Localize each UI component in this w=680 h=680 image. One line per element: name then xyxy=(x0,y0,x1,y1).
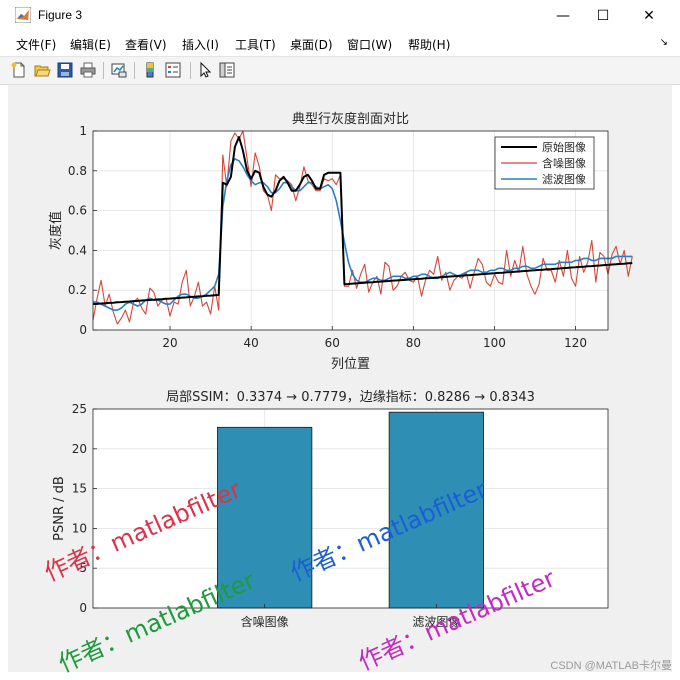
x-tick-label: 20 xyxy=(162,336,177,350)
profile-ylabel: 灰度值 xyxy=(48,211,64,250)
x-tick-label: 120 xyxy=(564,336,587,350)
y-tick-label: 10 xyxy=(72,521,87,535)
source-watermark: CSDN @MATLAB卡尔曼 xyxy=(550,660,672,672)
y-tick-label: 25 xyxy=(72,402,87,416)
y-tick-label: 0.4 xyxy=(68,243,87,257)
legend-label-noisy: 含噪图像 xyxy=(542,156,586,170)
profile-xlabel: 列位置 xyxy=(331,357,370,372)
x-tick-label: 40 xyxy=(244,336,259,350)
profile-title: 典型行灰度剖面对比 xyxy=(292,111,409,127)
y-tick-label: 0 xyxy=(79,323,87,337)
x-tick-label: 60 xyxy=(325,336,340,350)
psnr-ylabel: PSNR / dB xyxy=(52,476,67,541)
x-tick-label: 100 xyxy=(483,336,506,350)
y-tick-label: 0.2 xyxy=(68,283,87,297)
y-tick-label: 1 xyxy=(79,124,87,138)
x-tick-label: 80 xyxy=(406,336,421,350)
profile-axes[interactable]: 20 40 60 80 100 120 0 0.2 0.4 0.6 0.8 1 典型行灰度剖面对比 列… xyxy=(48,111,633,372)
figure-plots: 20 40 60 80 100 12000.20.40.60.81 典型行灰度剖面对比 列… xyxy=(48,111,633,629)
psnr-title: 局部SSIM：0.3374 → 0.7779，边缘指标：0.8286 → 0.8… xyxy=(166,390,535,405)
legend-label-original: 原始图像 xyxy=(542,140,586,154)
y-tick-label: 20 xyxy=(72,442,87,456)
y-tick-label: 15 xyxy=(72,482,87,496)
y-tick-label: 0 xyxy=(79,601,87,615)
profile-legend[interactable]: 原始图像 含噪图像 滤波图像 xyxy=(494,136,595,190)
y-tick-label: 0.6 xyxy=(68,204,87,218)
y-tick-label: 0.8 xyxy=(68,164,87,178)
x-tick-label: 含噪图像 xyxy=(241,614,289,629)
legend-label-filtered: 滤波图像 xyxy=(542,173,586,186)
